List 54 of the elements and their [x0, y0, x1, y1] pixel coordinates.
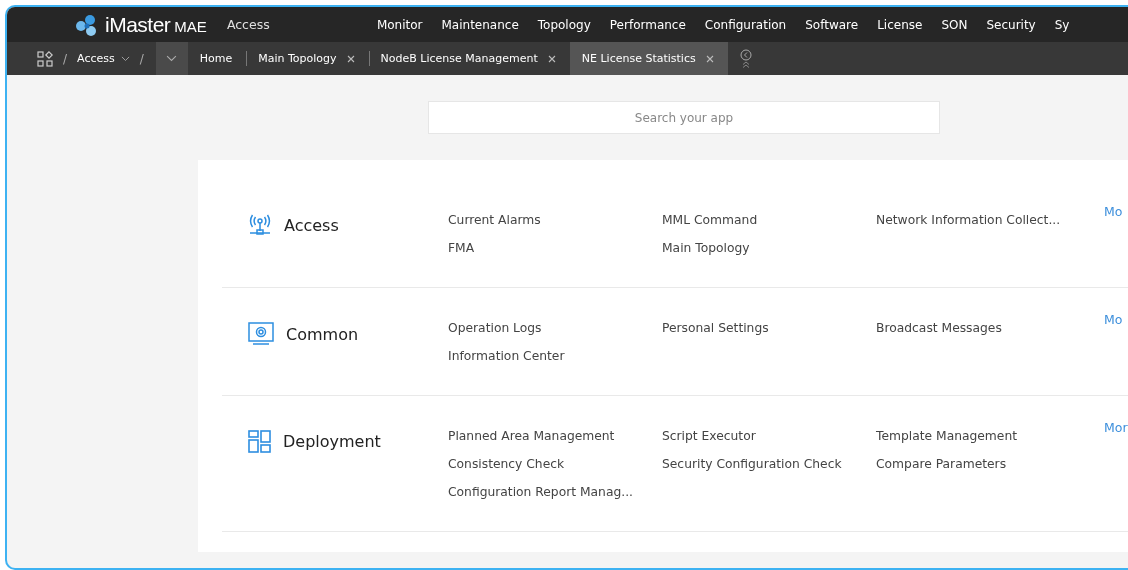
double-chevron-up-icon[interactable]: [741, 61, 750, 68]
app-link[interactable]: Network Information Collect...: [876, 213, 1061, 227]
search-field[interactable]: Search your app: [428, 101, 940, 134]
tab[interactable]: Main Topology: [246, 42, 369, 75]
apps-icon[interactable]: [37, 50, 53, 67]
app-link[interactable]: Configuration Report Manag...: [448, 485, 633, 499]
caret-icon: [166, 55, 178, 62]
tab[interactable]: NodeB License Management: [368, 42, 570, 75]
app-link[interactable]: Broadcast Messages: [876, 321, 1002, 335]
menu-item[interactable]: Monitor: [376, 17, 423, 32]
more-link[interactable]: Mo: [1104, 312, 1128, 327]
tab[interactable]: NE License Statistics: [569, 42, 728, 75]
app-link[interactable]: Template Management: [876, 429, 1018, 443]
category-title: Deployment: [283, 432, 381, 451]
tabs-dropdown-button[interactable]: [155, 42, 188, 75]
app-link[interactable]: Planned Area Management: [448, 429, 615, 443]
menu-item[interactable]: Sy: [1054, 17, 1070, 32]
breadcrumb-separator: /: [63, 51, 68, 66]
app-link[interactable]: Current Alarms: [448, 213, 541, 227]
more-link[interactable]: Mo: [1104, 204, 1128, 219]
logo-brand: iMaster: [105, 12, 171, 37]
menu-item[interactable]: Software: [805, 17, 859, 32]
app-link[interactable]: Script Executor: [662, 429, 756, 443]
category-title: Common: [286, 324, 359, 344]
breadcrumb-item[interactable]: Access: [77, 52, 130, 65]
app-link[interactable]: Personal Settings: [662, 321, 769, 335]
breadcrumb-separator: /: [139, 51, 144, 66]
monitor-gear-icon: [248, 322, 274, 346]
close-icon[interactable]: [705, 54, 714, 63]
app-link[interactable]: Main Topology: [662, 241, 750, 255]
grid-icon: [248, 430, 271, 453]
logo-product: MAE: [174, 17, 207, 35]
close-icon[interactable]: [346, 54, 355, 63]
antenna-icon: [248, 214, 272, 236]
scroll-left-icon[interactable]: [739, 49, 752, 61]
app-link[interactable]: Security Configuration Check: [662, 457, 842, 471]
menu-item[interactable]: Security: [986, 17, 1036, 32]
app-link[interactable]: Operation Logs: [448, 321, 542, 335]
app-link[interactable]: Consistency Check: [448, 457, 565, 471]
category-title: Access: [284, 215, 339, 235]
app-link[interactable]: Information Center: [448, 349, 565, 363]
context-label: Access: [226, 17, 271, 32]
menu-item[interactable]: License: [877, 17, 923, 32]
app-link[interactable]: FMA: [448, 241, 475, 255]
menu-item[interactable]: Performance: [609, 17, 686, 32]
tab[interactable]: Home: [187, 42, 247, 75]
menu-item[interactable]: SON: [941, 17, 968, 32]
menu-item[interactable]: Configuration: [704, 17, 787, 32]
app-link[interactable]: MML Command: [662, 213, 758, 227]
app-link[interactable]: Compare Parameters: [876, 457, 1007, 471]
more-link[interactable]: Mor: [1104, 420, 1128, 435]
menu-item[interactable]: Topology: [537, 17, 591, 32]
menu-item[interactable]: Maintenance: [441, 17, 519, 32]
close-icon[interactable]: [547, 54, 556, 63]
